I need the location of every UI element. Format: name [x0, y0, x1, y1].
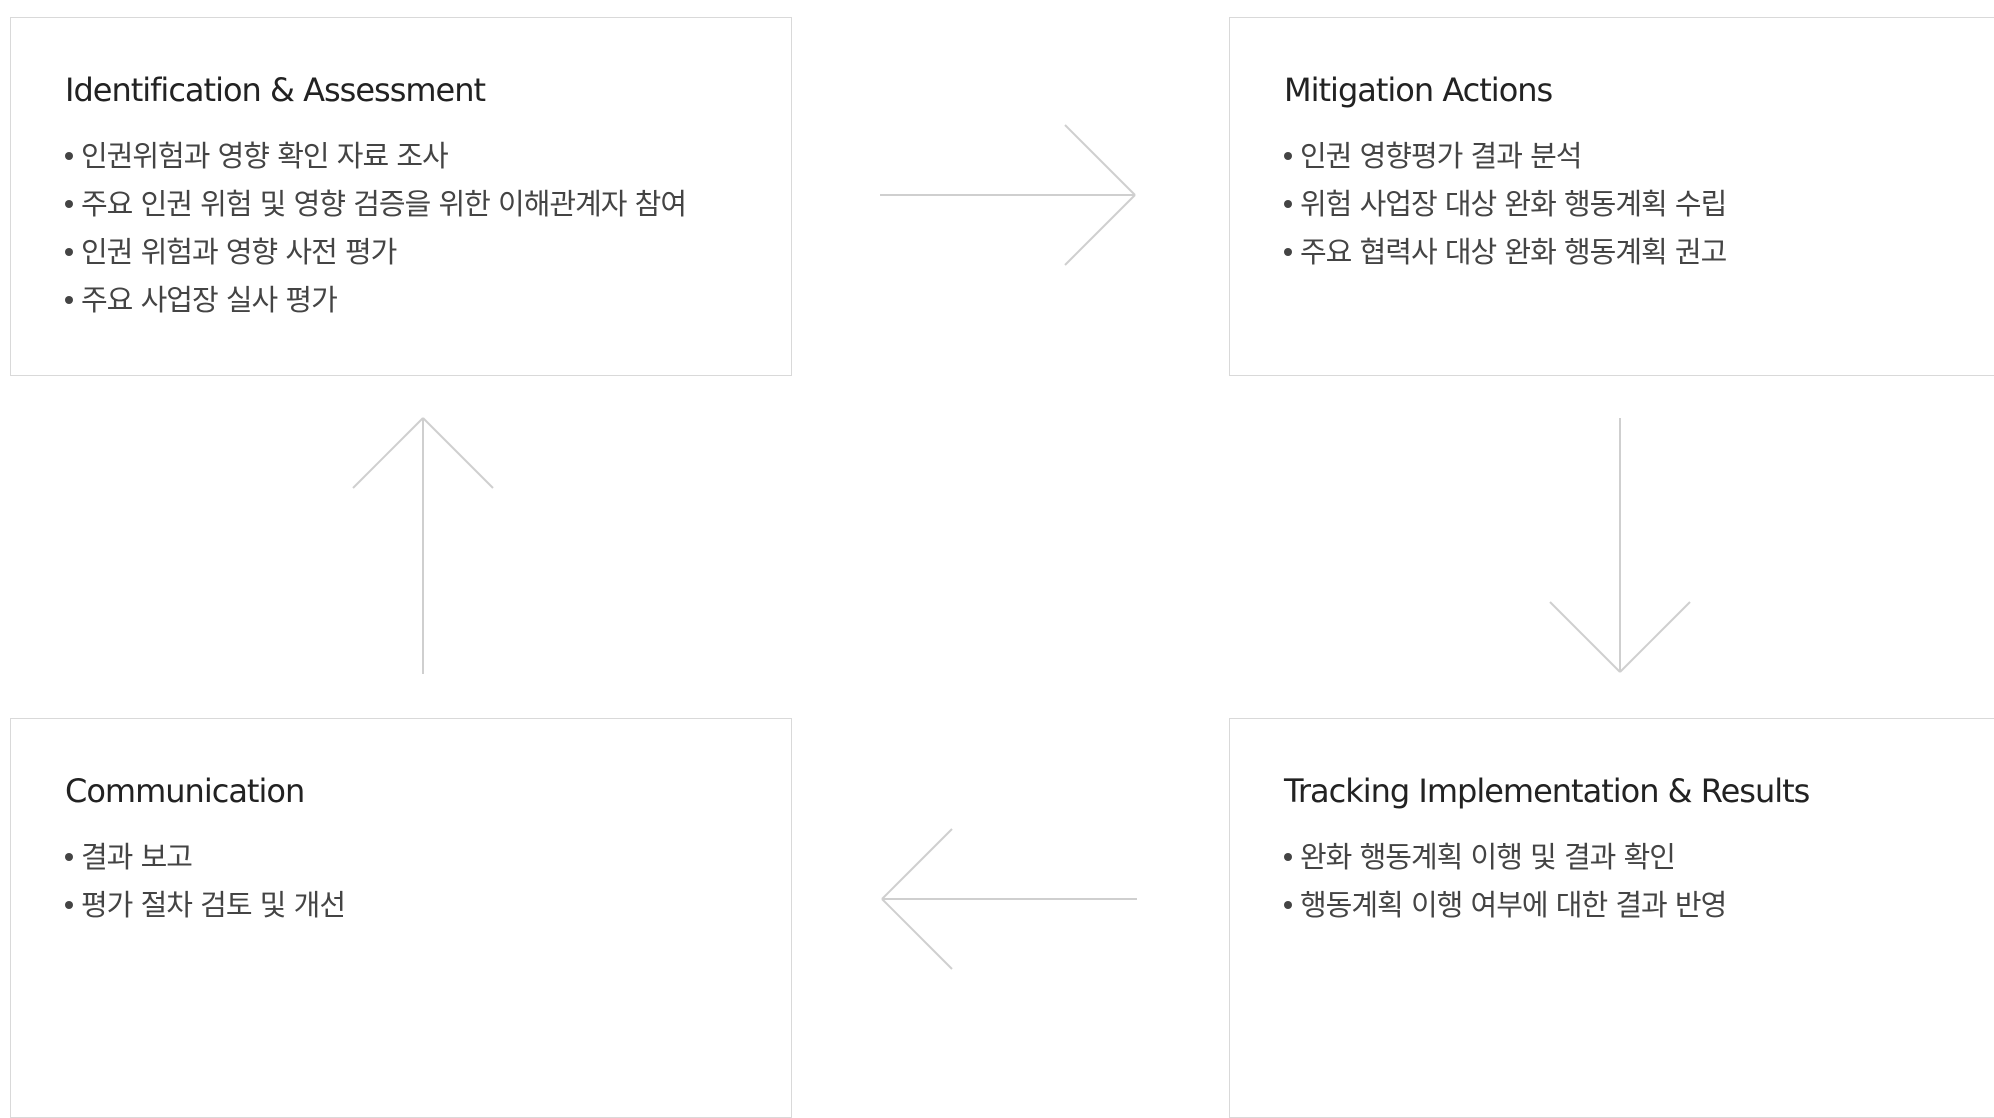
step-item: 평가 절차 검토 및 개선	[65, 881, 737, 929]
bullet-icon	[65, 296, 73, 304]
step-item: 주요 인권 위험 및 영향 검증을 위한 이해관계자 참여	[65, 180, 737, 228]
step-item-text: 위험 사업장 대상 완화 행동계획 수립	[1300, 187, 1727, 221]
step-item: 주요 사업장 실사 평가	[65, 276, 737, 324]
bullet-icon	[65, 200, 73, 208]
step-box-communication: Communication 결과 보고 평가 절차 검토 및 개선	[10, 718, 792, 1118]
step-item: 행동계획 이행 여부에 대한 결과 반영	[1284, 881, 1974, 929]
step-title: Tracking Implementation & Results	[1284, 772, 1810, 810]
bullet-icon	[1284, 853, 1292, 861]
step-item: 인권 영향평가 결과 분석	[1284, 132, 1974, 180]
step-item: 위험 사업장 대상 완화 행동계획 수립	[1284, 180, 1974, 228]
step-item-text: 인권 영향평가 결과 분석	[1300, 139, 1582, 173]
bullet-icon	[65, 248, 73, 256]
step-box-identification: Identification & Assessment 인권위험과 영향 확인 …	[10, 17, 792, 376]
step-item-text: 주요 협력사 대상 완화 행동계획 권고	[1300, 235, 1727, 269]
bullet-icon	[65, 152, 73, 160]
step-box-tracking: Tracking Implementation & Results 완화 행동계…	[1229, 718, 1994, 1118]
step-item-text: 행동계획 이행 여부에 대한 결과 반영	[1300, 888, 1727, 922]
step-item-list: 결과 보고 평가 절차 검토 및 개선	[65, 833, 737, 929]
step-item-text: 주요 사업장 실사 평가	[81, 283, 338, 317]
step-item-text: 완화 행동계획 이행 및 결과 확인	[1300, 840, 1676, 874]
bullet-icon	[65, 901, 73, 909]
bullet-icon	[1284, 200, 1292, 208]
step-item-text: 주요 인권 위험 및 영향 검증을 위한 이해관계자 참여	[81, 187, 687, 221]
bullet-icon	[1284, 152, 1292, 160]
step-item: 결과 보고	[65, 833, 737, 881]
step-title: Communication	[65, 772, 305, 810]
step-item: 주요 협력사 대상 완화 행동계획 권고	[1284, 228, 1974, 276]
step-item-list: 인권 영향평가 결과 분석 위험 사업장 대상 완화 행동계획 수립 주요 협력…	[1284, 132, 1974, 276]
step-title: Mitigation Actions	[1284, 71, 1553, 109]
bullet-icon	[1284, 248, 1292, 256]
step-box-mitigation: Mitigation Actions 인권 영향평가 결과 분석 위험 사업장 …	[1229, 17, 1994, 376]
arrow-down-icon	[1549, 418, 1691, 673]
step-item-text: 인권위험과 영향 확인 자료 조사	[81, 139, 449, 173]
step-item: 인권 위험과 영향 사전 평가	[65, 228, 737, 276]
step-item: 인권위험과 영향 확인 자료 조사	[65, 132, 737, 180]
step-item-text: 평가 절차 검토 및 개선	[81, 888, 346, 922]
arrow-right-icon	[880, 124, 1136, 266]
step-item-list: 인권위험과 영향 확인 자료 조사 주요 인권 위험 및 영향 검증을 위한 이…	[65, 132, 737, 324]
bullet-icon	[65, 853, 73, 861]
bullet-icon	[1284, 901, 1292, 909]
step-item: 완화 행동계획 이행 및 결과 확인	[1284, 833, 1974, 881]
step-item-list: 완화 행동계획 이행 및 결과 확인 행동계획 이행 여부에 대한 결과 반영	[1284, 833, 1974, 929]
arrow-up-icon	[352, 417, 494, 674]
step-item-text: 인권 위험과 영향 사전 평가	[81, 235, 397, 269]
step-title: Identification & Assessment	[65, 71, 486, 109]
step-item-text: 결과 보고	[81, 840, 193, 874]
arrow-left-icon	[881, 828, 1137, 970]
